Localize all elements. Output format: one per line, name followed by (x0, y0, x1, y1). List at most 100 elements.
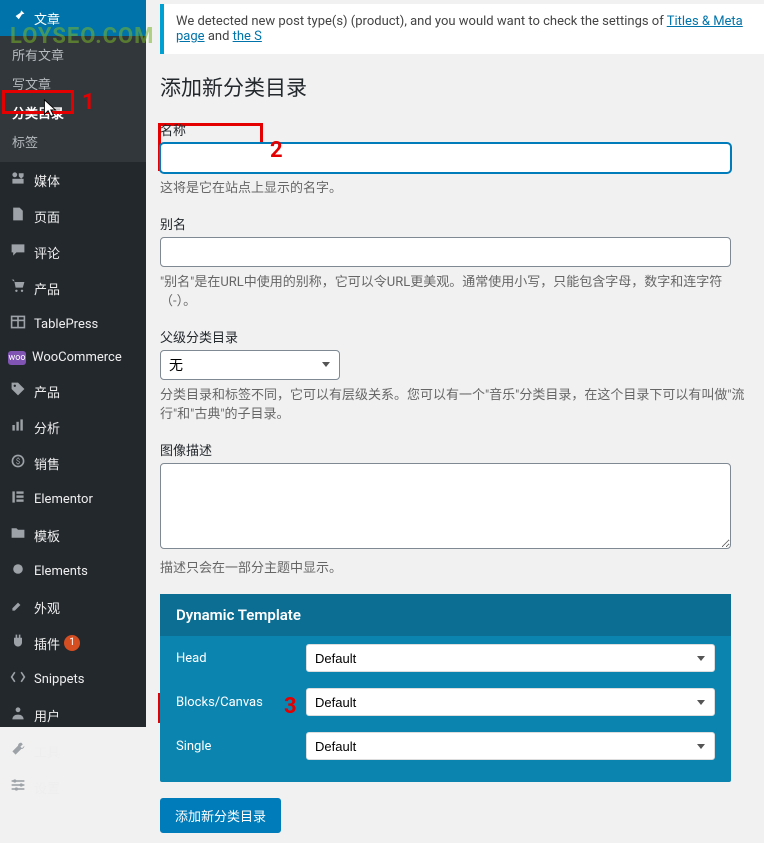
push-pin-icon (8, 8, 28, 28)
sidebar-item-label: Elementor (34, 492, 93, 507)
dynamic-row-single: Single Default (160, 724, 731, 768)
tools-icon (8, 741, 28, 761)
sidebar-item-pages[interactable]: 页面 (0, 198, 146, 234)
plugins-icon (8, 633, 28, 653)
select-parent[interactable]: 无 (160, 350, 340, 380)
sidebar-item-snippets[interactable]: Snippets (0, 661, 146, 697)
label-name: 名称 (160, 120, 750, 139)
sidebar-item-label: 模板 (34, 526, 60, 545)
input-slug[interactable] (160, 237, 731, 267)
appearance-icon (8, 597, 28, 617)
textarea-description[interactable] (160, 463, 731, 549)
analytics-icon (8, 417, 28, 437)
sidebar-item-tools[interactable]: 工具 (0, 733, 146, 769)
sidebar-item-label: 分析 (34, 418, 60, 437)
sidebar-item-label: 产品 (34, 382, 60, 401)
sidebar-item-elementor[interactable]: Elementor (0, 481, 146, 517)
dynamic-row-head: Head Default (160, 636, 731, 680)
woo-icon: woo (8, 351, 26, 365)
annotation-number-3: 3 (284, 694, 297, 719)
media-icon (8, 170, 28, 190)
page-icon (8, 206, 28, 226)
sidebar-item-label: 用户 (34, 706, 60, 725)
select-dynamic-blocks[interactable]: Default (306, 688, 715, 716)
sidebar-item-tablepress[interactable]: TablePress (0, 306, 146, 342)
update-badge: 1 (64, 635, 80, 651)
sidebar-item-comments[interactable]: 评论 (0, 234, 146, 270)
snippets-icon (8, 669, 28, 689)
sidebar-item-label: 插件 (34, 634, 60, 653)
sidebar-item-users[interactable]: 用户 (0, 697, 146, 733)
sidebar-item-posts[interactable]: 文章 (0, 0, 146, 36)
page-title: 添加新分类目录 (160, 72, 750, 102)
annotation-number-2: 2 (270, 138, 283, 163)
sidebar-item-settings[interactable]: 设置 (0, 769, 146, 805)
sidebar-item-label: 销售 (34, 454, 60, 473)
dynamic-label-head: Head (176, 651, 306, 666)
sidebar-item-media[interactable]: 媒体 (0, 162, 146, 198)
sidebar-item-label: 外观 (34, 598, 60, 617)
notice-text: We detected new post type(s) (product), … (176, 14, 752, 44)
admin-notice: We detected new post type(s) (product), … (160, 4, 764, 54)
comments-icon (8, 242, 28, 262)
tag-icon (8, 381, 28, 401)
field-name: 名称 这将是它在站点上显示的名字。 (160, 120, 750, 196)
sidebar-item-label: 设置 (34, 778, 60, 797)
sidebar-item-sales[interactable]: $ 销售 (0, 445, 146, 481)
sidebar-item-label: WooCommerce (32, 350, 122, 365)
folder-icon (8, 525, 28, 545)
desc-description: 描述只会在一部分主题中显示。 (160, 557, 750, 576)
dynamic-label-single: Single (176, 739, 306, 754)
admin-sidebar: 文章 所有文章 写文章 分类目录 标签 媒体 页面 评论 产品 TablePre… (0, 0, 146, 727)
submenu-item-all-posts[interactable]: 所有文章 (0, 40, 146, 69)
input-name[interactable] (160, 143, 731, 173)
annotation-number-1: 1 (82, 90, 95, 115)
sidebar-item-label: Snippets (34, 672, 85, 687)
submenu-item-tags[interactable]: 标签 (0, 127, 146, 156)
sidebar-item-appearance[interactable]: 外观 (0, 589, 146, 625)
sidebar-item-label: 文章 (34, 9, 60, 28)
sidebar-item-plugins[interactable]: 插件 1 (0, 625, 146, 661)
elements-icon (8, 561, 28, 581)
submenu-item-new-post[interactable]: 写文章 (0, 69, 146, 98)
add-category-button[interactable]: 添加新分类目录 (160, 798, 281, 833)
dynamic-template-header: Dynamic Template (160, 594, 731, 636)
sidebar-item-analytics[interactable]: 分析 (0, 409, 146, 445)
sidebar-item-label: 评论 (34, 243, 60, 262)
settings-icon (8, 777, 28, 797)
notice-text-before: We detected new post type(s) (product), … (176, 14, 667, 29)
sidebar-item-woocommerce[interactable]: woo WooCommerce (0, 342, 146, 373)
elementor-icon (8, 489, 28, 509)
sidebar-item-label: 产品 (34, 279, 60, 298)
sales-icon: $ (8, 453, 28, 473)
sidebar-submenu: 所有文章 写文章 分类目录 标签 (0, 36, 146, 162)
table-icon (8, 314, 28, 334)
notice-link-secondary[interactable]: the S (233, 29, 262, 44)
select-dynamic-head[interactable]: Default (306, 644, 715, 672)
desc-name: 这将是它在站点上显示的名字。 (160, 177, 750, 196)
sidebar-item-label: Elements (34, 564, 88, 579)
notice-text-mid: and (208, 29, 233, 44)
sidebar-item-templates[interactable]: 模板 (0, 517, 146, 553)
field-slug: 别名 "别名"是在URL中使用的别称，它可以令URL更美观。通常使用小写，只能包… (160, 214, 750, 309)
mouse-cursor-icon (38, 98, 60, 120)
desc-parent: 分类目录和标签不同，它可以有层级关系。您可以有一个"音乐"分类目录，在这个目录下… (160, 384, 750, 422)
dynamic-template-panel: Dynamic Template Head Default Blocks/Can… (160, 594, 731, 782)
dynamic-row-blocks: Blocks/Canvas Default (160, 680, 731, 724)
field-parent: 父级分类目录 无 分类目录和标签不同，它可以有层级关系。您可以有一个"音乐"分类… (160, 327, 750, 422)
sidebar-item-label: TablePress (34, 317, 98, 332)
label-description: 图像描述 (160, 440, 750, 459)
select-dynamic-single[interactable]: Default (306, 732, 715, 760)
cart-icon (8, 278, 28, 298)
field-description: 图像描述 描述只会在一部分主题中显示。 (160, 440, 750, 576)
sidebar-item-label: 页面 (34, 207, 60, 226)
sidebar-item-elements[interactable]: Elements (0, 553, 146, 589)
label-parent: 父级分类目录 (160, 327, 750, 346)
svg-text:$: $ (16, 457, 21, 466)
sidebar-item-label: 工具 (34, 742, 60, 761)
submenu-item-categories[interactable]: 分类目录 (0, 98, 146, 127)
sidebar-item-products-cart[interactable]: 产品 (0, 270, 146, 306)
main-content: We detected new post type(s) (product), … (146, 0, 764, 727)
sidebar-item-label: 媒体 (34, 171, 60, 190)
sidebar-item-products[interactable]: 产品 (0, 373, 146, 409)
